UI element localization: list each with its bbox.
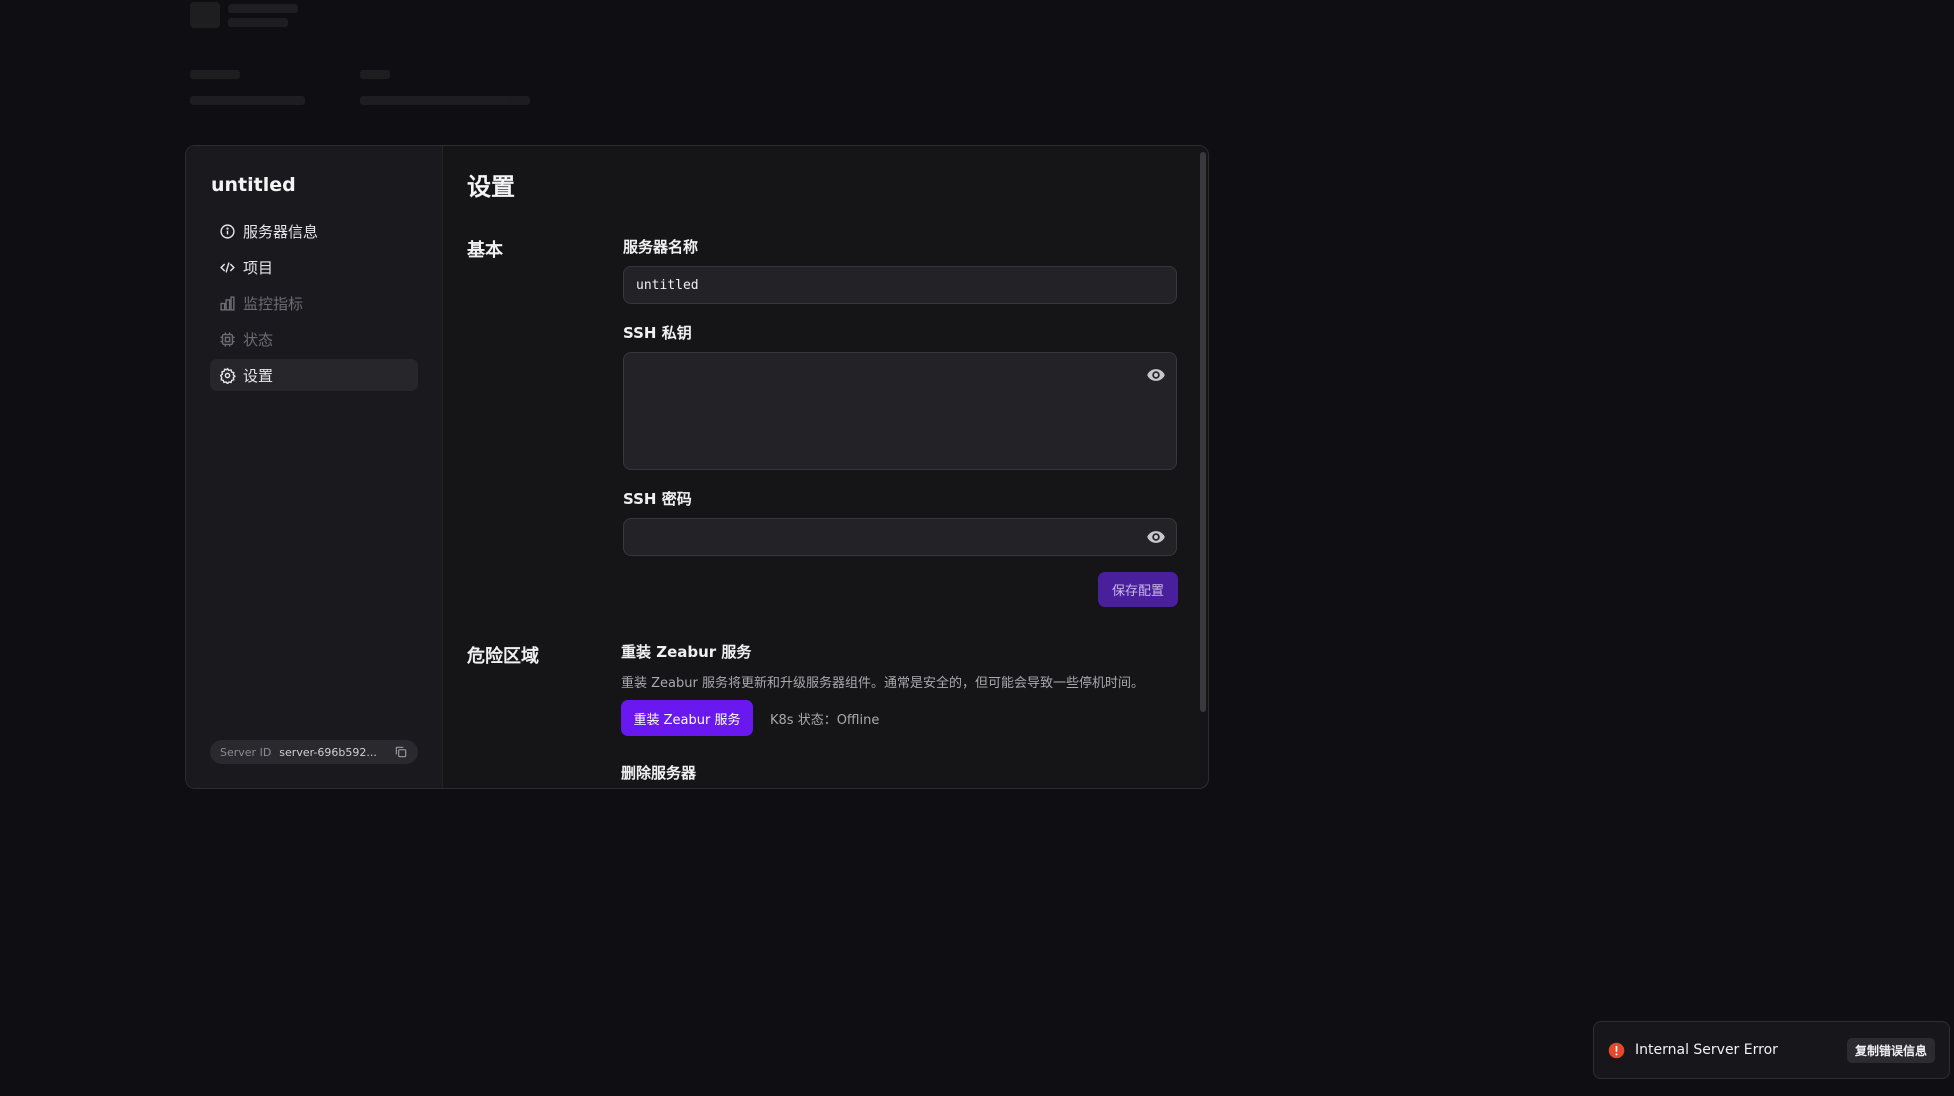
reinstall-button[interactable]: 重装 Zeabur 服务 bbox=[621, 700, 753, 736]
server-name-label: 服务器名称 bbox=[623, 238, 699, 256]
page-title: 设置 bbox=[467, 173, 515, 201]
sidebar-item-label: 项目 bbox=[243, 258, 274, 277]
sidebar-item-settings[interactable]: 设置 bbox=[210, 359, 418, 391]
error-icon bbox=[1608, 1042, 1625, 1059]
reinstall-description: 重装 Zeabur 服务将更新和升级服务器组件。通常是安全的，但可能会导致一些停… bbox=[621, 676, 1144, 691]
save-config-button[interactable]: 保存配置 bbox=[1098, 572, 1178, 607]
basic-section-label: 基本 bbox=[467, 240, 503, 261]
settings-panel: 设置 基本 服务器名称 untitled SSH 私钥 SSH 密码 保存配置 … bbox=[443, 146, 1208, 788]
sidebar-item-metrics[interactable]: 监控指标 bbox=[210, 287, 418, 319]
danger-zone-label: 危险区域 bbox=[467, 646, 539, 667]
eye-icon[interactable] bbox=[1146, 527, 1166, 547]
ssh-password-input[interactable] bbox=[623, 518, 1177, 556]
sidebar-item-projects[interactable]: 项目 bbox=[210, 251, 418, 283]
sidebar-nav: 服务器信息 项目 监控指标 状态 设置 bbox=[210, 215, 418, 391]
reinstall-title: 重装 Zeabur 服务 bbox=[621, 643, 752, 661]
code-icon bbox=[218, 258, 236, 276]
k8s-status: K8s 状态：Offline bbox=[770, 713, 880, 728]
delete-server-title: 删除服务器 bbox=[621, 764, 697, 782]
cpu-icon bbox=[218, 330, 236, 348]
sidebar-item-label: 状态 bbox=[243, 330, 274, 349]
ssh-key-textarea[interactable] bbox=[623, 352, 1177, 470]
sidebar-item-label: 监控指标 bbox=[243, 294, 304, 313]
info-icon bbox=[218, 222, 236, 240]
bar-chart-icon bbox=[218, 294, 236, 312]
gear-icon bbox=[218, 366, 236, 384]
sidebar: untitled 服务器信息 项目 监控指标 状态 设置 Server ID s… bbox=[186, 146, 443, 788]
sidebar-item-label: 设置 bbox=[243, 366, 274, 385]
sidebar-item-server-info[interactable]: 服务器信息 bbox=[210, 215, 418, 247]
sidebar-item-label: 服务器信息 bbox=[243, 222, 319, 241]
server-settings-dialog: untitled 服务器信息 项目 监控指标 状态 设置 Server ID s… bbox=[185, 145, 1209, 789]
scrollbar[interactable] bbox=[1200, 152, 1206, 712]
server-id-label: Server ID bbox=[220, 745, 272, 759]
server-name-input[interactable]: untitled bbox=[623, 266, 1177, 304]
server-name-value: untitled bbox=[636, 277, 699, 293]
error-toast: Internal Server Error 复制错误信息 bbox=[1593, 1021, 1950, 1079]
eye-icon[interactable] bbox=[1146, 365, 1166, 385]
server-id-value: server-696b592... bbox=[279, 745, 377, 759]
sidebar-item-status[interactable]: 状态 bbox=[210, 323, 418, 355]
ssh-key-label: SSH 私钥 bbox=[623, 324, 692, 342]
ssh-password-label: SSH 密码 bbox=[623, 490, 692, 508]
server-title: untitled bbox=[211, 174, 296, 196]
server-id-badge: Server ID server-696b592... bbox=[210, 740, 418, 764]
copy-icon[interactable] bbox=[394, 745, 408, 759]
toast-message: Internal Server Error bbox=[1635, 1042, 1778, 1058]
copy-error-button[interactable]: 复制错误信息 bbox=[1846, 1037, 1935, 1063]
